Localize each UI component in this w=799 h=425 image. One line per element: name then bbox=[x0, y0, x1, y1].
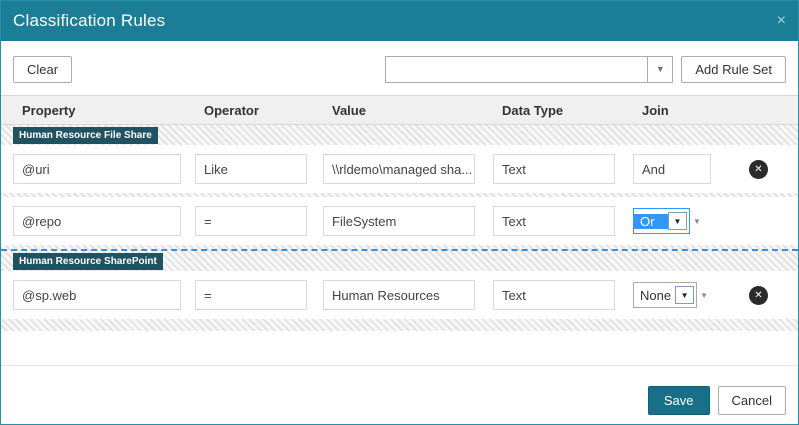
column-header-property: Property bbox=[13, 103, 195, 118]
table-body: Human Resource File Share @uri Like \\rl… bbox=[1, 125, 798, 331]
operator-field[interactable]: = bbox=[195, 280, 307, 310]
save-button[interactable]: Save bbox=[648, 386, 710, 415]
clear-button[interactable]: Clear bbox=[13, 56, 72, 83]
data-type-field[interactable]: Text bbox=[493, 154, 615, 184]
table-header-row: Property Operator Value Data Type Join bbox=[1, 95, 798, 125]
delete-rule-icon[interactable]: ✕ bbox=[749, 160, 768, 179]
column-header-join: Join bbox=[633, 103, 733, 118]
join-select[interactable]: None ▼ bbox=[633, 282, 697, 308]
join-selected-value[interactable]: Or bbox=[634, 214, 668, 229]
join-select-dropdown-icon[interactable]: ▼ bbox=[675, 286, 694, 304]
group-band-sharepoint: Human Resource SharePoint bbox=[1, 249, 798, 271]
group-band-file-share: Human Resource File Share bbox=[1, 125, 798, 145]
column-header-operator: Operator bbox=[195, 103, 323, 118]
toolbar: Clear ▼ Add Rule Set bbox=[13, 55, 786, 83]
data-type-field[interactable]: Text bbox=[493, 206, 615, 236]
close-icon[interactable]: × bbox=[777, 13, 786, 29]
delete-rule-icon[interactable]: ✕ bbox=[749, 286, 768, 305]
classification-rules-dialog: Classification Rules × Clear ▼ Add Rule … bbox=[0, 0, 799, 425]
property-field[interactable]: @sp.web bbox=[13, 280, 181, 310]
dialog-title: Classification Rules bbox=[13, 11, 165, 31]
rule-set-combo-dropdown-icon[interactable]: ▼ bbox=[647, 57, 672, 82]
value-field[interactable]: Human Resources bbox=[323, 280, 475, 310]
value-field[interactable]: FileSystem bbox=[323, 206, 475, 236]
rules-table: Property Operator Value Data Type Join H… bbox=[1, 95, 798, 331]
join-combo-dropdown-icon[interactable]: ▼ bbox=[700, 291, 708, 300]
property-field[interactable]: @uri bbox=[13, 154, 181, 184]
property-field[interactable]: @repo bbox=[13, 206, 181, 236]
operator-field[interactable]: = bbox=[195, 206, 307, 236]
join-selected-value[interactable]: None bbox=[634, 288, 675, 303]
data-type-field[interactable]: Text bbox=[493, 280, 615, 310]
value-field[interactable]: \\rldemo\managed sha... bbox=[323, 154, 475, 184]
dialog-header: Classification Rules × bbox=[1, 1, 798, 41]
group-label-badge: Human Resource SharePoint bbox=[13, 253, 163, 270]
table-row: @sp.web = Human Resources Text None ▼ ▼ … bbox=[1, 271, 798, 319]
operator-field[interactable]: Like bbox=[195, 154, 307, 184]
cancel-button[interactable]: Cancel bbox=[718, 386, 786, 415]
column-header-value: Value bbox=[323, 103, 493, 118]
column-header-data-type: Data Type bbox=[493, 103, 633, 118]
rule-set-combobox[interactable]: ▼ bbox=[385, 56, 673, 83]
table-row: @uri Like \\rldemo\managed sha... Text A… bbox=[1, 145, 798, 193]
footer: Save Cancel bbox=[1, 366, 798, 415]
join-field[interactable]: And bbox=[633, 154, 711, 184]
join-select-dropdown-icon[interactable]: ▼ bbox=[668, 212, 687, 230]
join-combo-dropdown-icon[interactable]: ▼ bbox=[693, 217, 701, 226]
rule-set-combo-input[interactable] bbox=[386, 57, 647, 82]
group-label-badge: Human Resource File Share bbox=[13, 127, 158, 144]
add-rule-set-button[interactable]: Add Rule Set bbox=[681, 56, 786, 83]
table-row: @repo = FileSystem Text Or ▼ ▼ bbox=[1, 197, 798, 245]
join-select[interactable]: Or ▼ bbox=[633, 208, 690, 234]
